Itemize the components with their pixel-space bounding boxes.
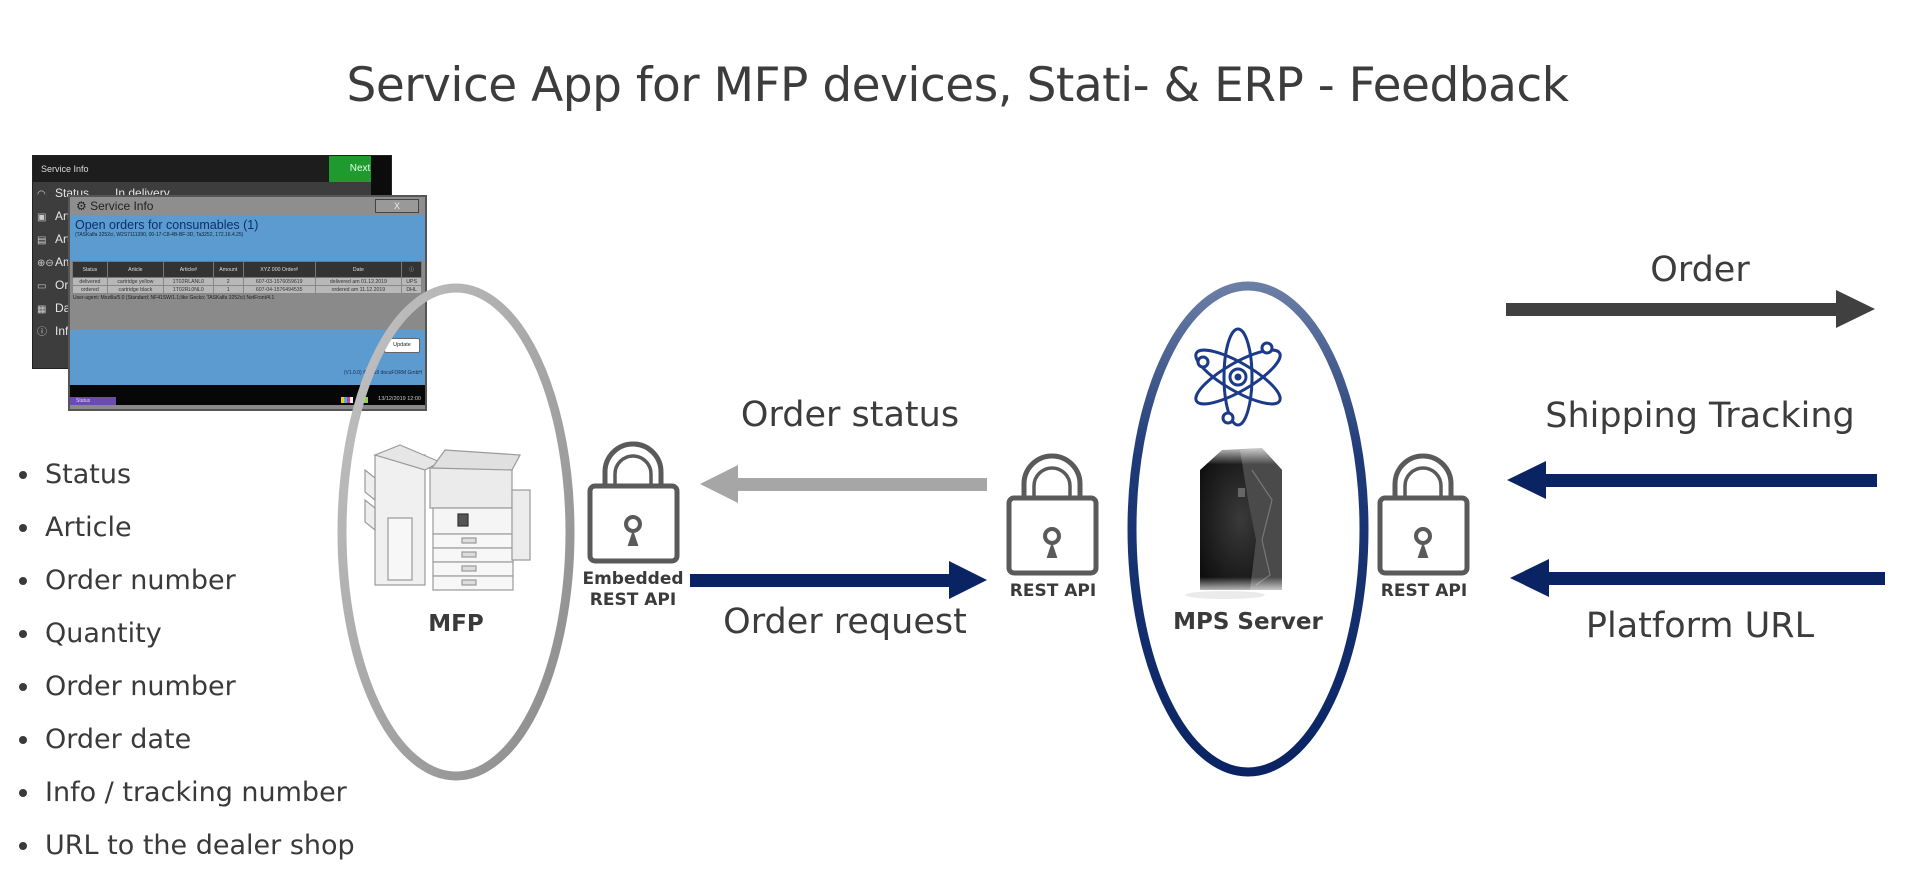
arrow-platform-url [1510, 559, 1885, 597]
arrow-shipping-tracking [1507, 461, 1877, 499]
mfp-label: MFP [428, 611, 484, 637]
lock-icon-server-right [1377, 453, 1470, 576]
arrow-order-status [700, 465, 987, 503]
embedded-api-label: Embedded REST API [573, 569, 693, 611]
arrow-order-request [690, 561, 987, 599]
arrow-order [1506, 290, 1875, 328]
server-right-api-label: REST API [1380, 581, 1468, 601]
printer-icon [364, 444, 531, 591]
lock-icon-server-left [1006, 453, 1099, 576]
atom-icon [1194, 327, 1282, 427]
server-icon [1185, 442, 1282, 599]
server-left-api-label: REST API [1009, 581, 1097, 601]
shipping-tracking-label: Shipping Tracking [1545, 396, 1855, 436]
lock-icon-embedded [587, 441, 680, 564]
order-label: Order [1650, 250, 1750, 290]
order-request-label: Order request [723, 602, 967, 642]
embedded-api-line1: Embedded [582, 569, 684, 589]
server-label: MPS Server [1173, 609, 1323, 635]
embedded-api-line2: REST API [589, 590, 677, 610]
order-status-label: Order status [740, 395, 960, 435]
platform-url-label: Platform URL [1585, 606, 1815, 646]
